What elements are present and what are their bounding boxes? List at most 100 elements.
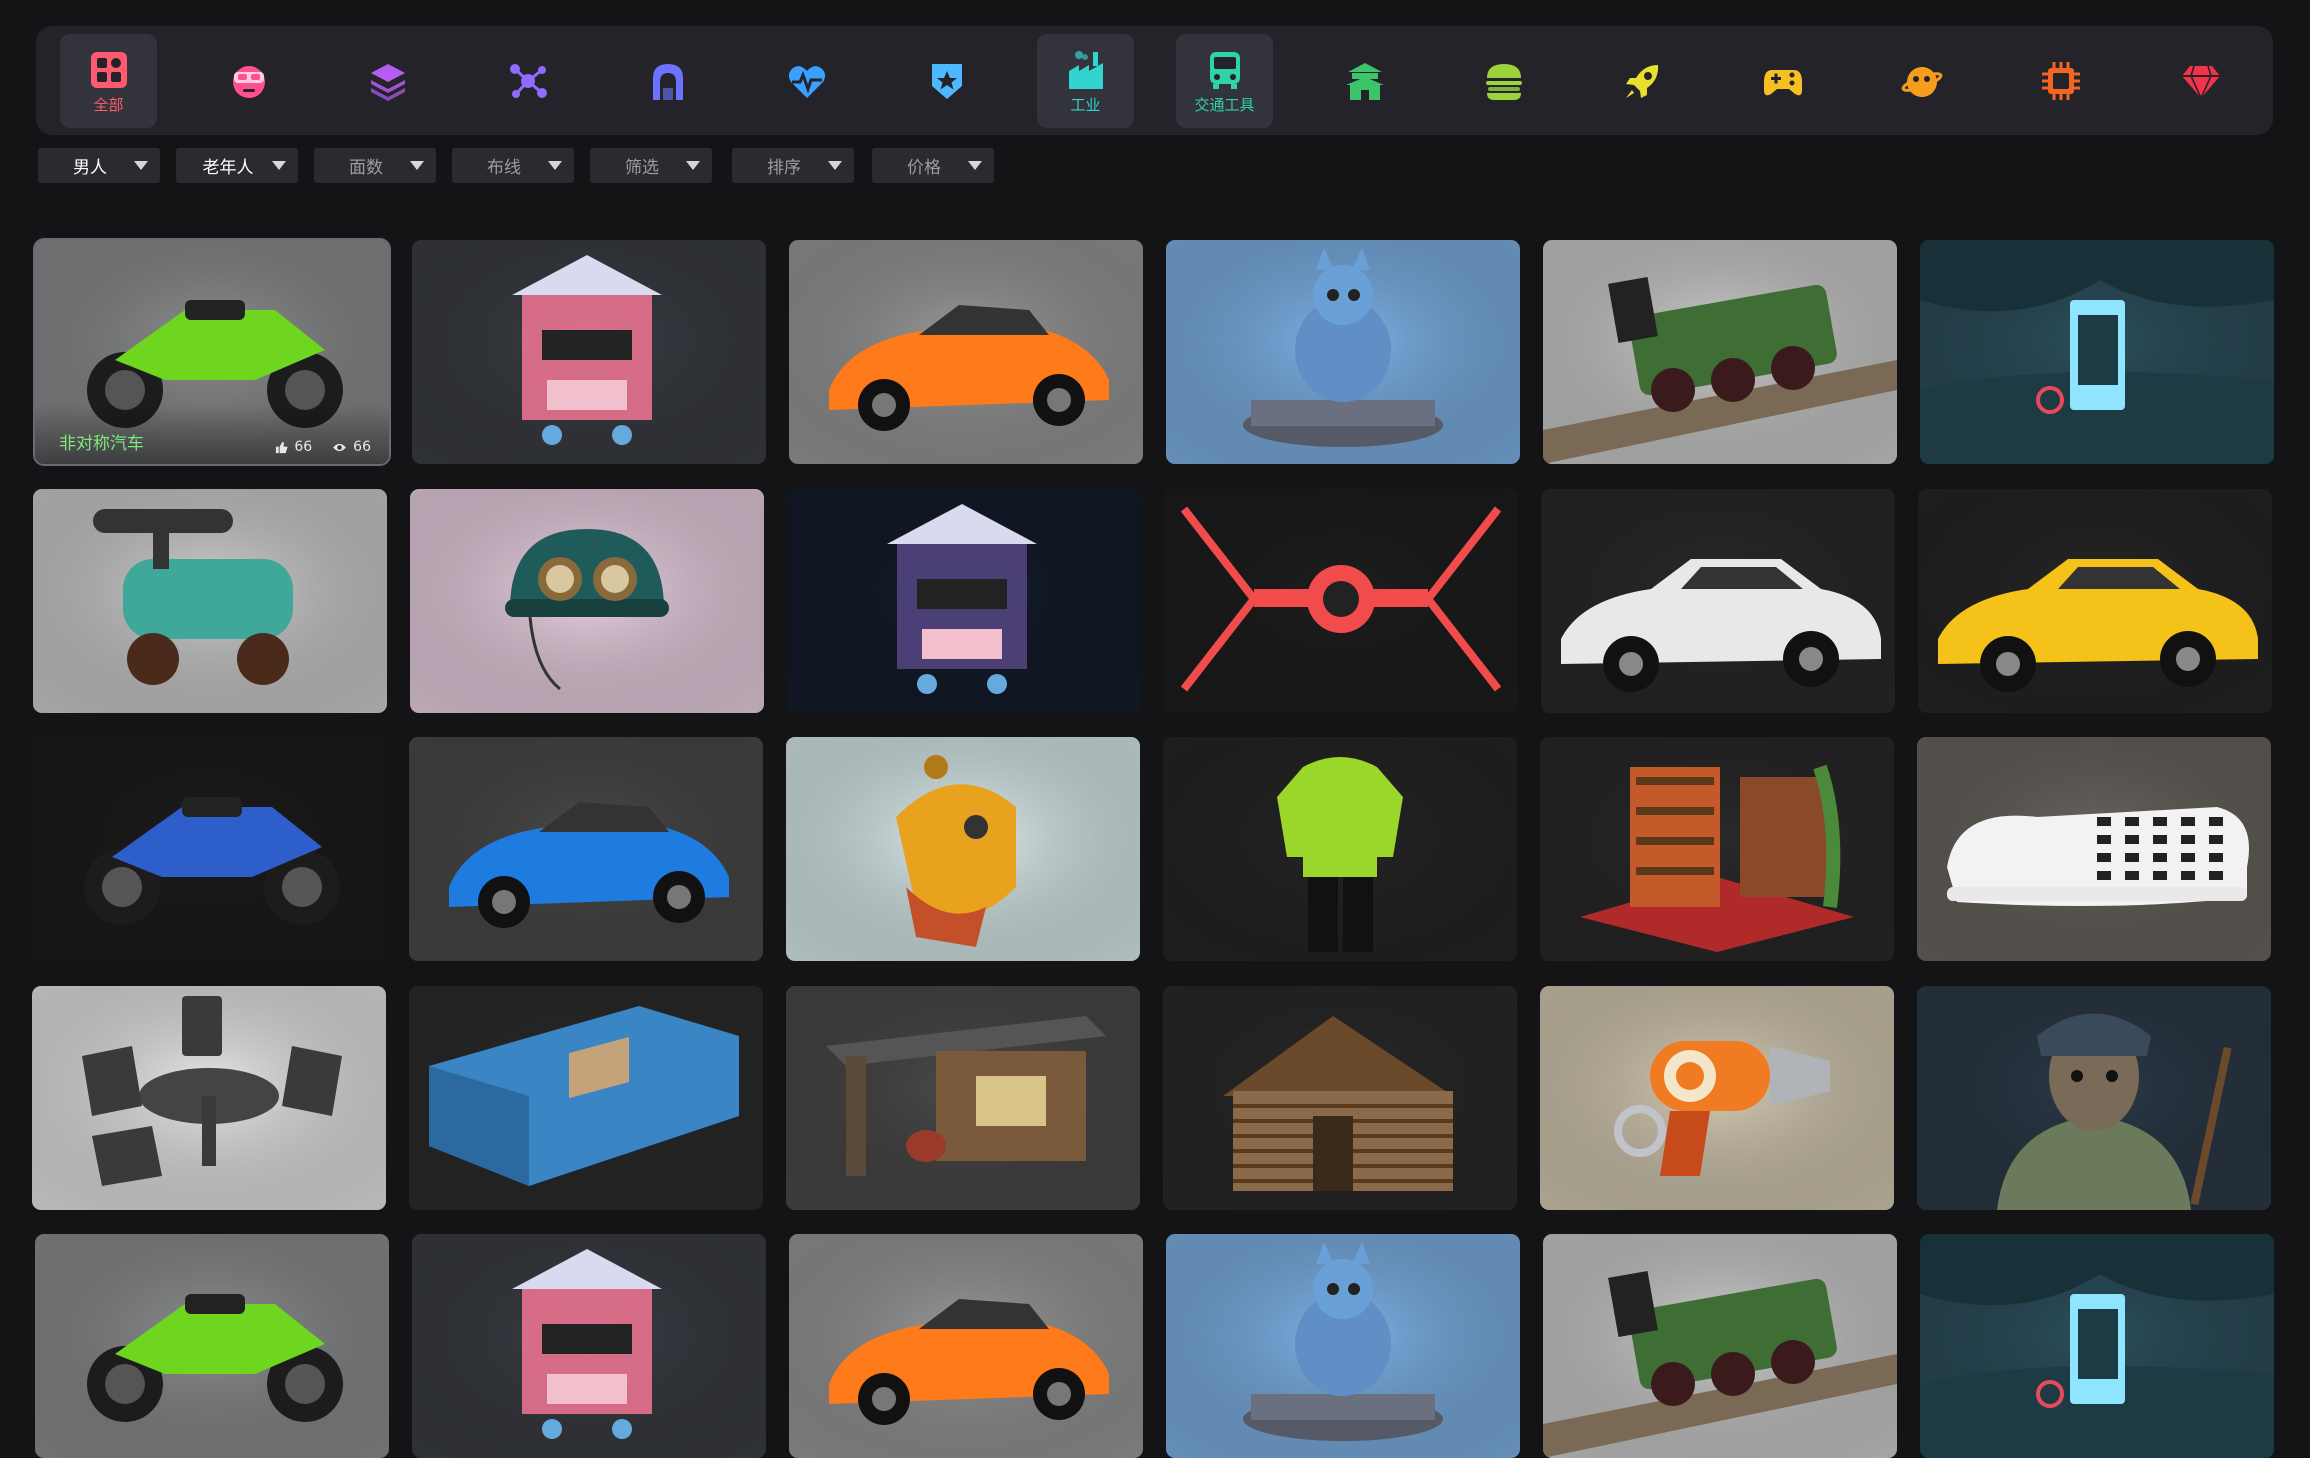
model-thumbnail-warrior-character-bust <box>1917 986 2271 1210</box>
model-thumbnail-flame-race-car <box>789 240 1143 464</box>
model-thumbnail-neon-shop-building-2 <box>412 1234 766 1458</box>
category-game[interactable] <box>1734 34 1831 128</box>
category-planet[interactable] <box>1873 34 1970 128</box>
model-card[interactable] <box>789 1234 1143 1458</box>
model-card[interactable] <box>32 986 386 1210</box>
model-card[interactable] <box>787 489 1141 713</box>
category-food[interactable] <box>1455 34 1552 128</box>
category-molecule[interactable] <box>479 34 576 128</box>
model-card[interactable]: 非对称汽车 66 66 <box>35 240 389 464</box>
category-medical[interactable] <box>758 34 855 128</box>
model-thumbnail-robot-cat-statue-2 <box>1166 1234 1520 1458</box>
model-card[interactable] <box>1164 489 1518 713</box>
category-label: 交通工具 <box>1194 95 1255 114</box>
model-thumbnail-steam-engine-cart <box>33 489 387 713</box>
molecule-icon <box>507 60 549 102</box>
filter-dropdown[interactable]: 价格 <box>872 148 994 183</box>
model-thumbnail-patio-table-set <box>32 986 386 1210</box>
eye-icon <box>333 443 347 451</box>
model-thumbnail-phone-booth-scene <box>1920 240 2274 464</box>
model-thumbnail-wooden-shack <box>786 986 1140 1210</box>
model-card[interactable] <box>1541 489 1895 713</box>
model-card[interactable] <box>1163 737 1517 961</box>
layers-icon <box>367 60 409 102</box>
model-card[interactable] <box>786 737 1140 961</box>
category-label: 全部 <box>93 95 124 114</box>
category-arch[interactable] <box>619 34 716 128</box>
filter-dropdown[interactable]: 男人 <box>38 148 160 183</box>
model-thumbnail-flame-race-car-2 <box>789 1234 1143 1458</box>
category-military[interactable] <box>898 34 995 128</box>
filter-dropdown[interactable]: 排序 <box>732 148 854 183</box>
model-card[interactable] <box>786 986 1140 1210</box>
model-card[interactable] <box>1540 737 1894 961</box>
model-card[interactable] <box>35 1234 389 1458</box>
category-chip[interactable] <box>2012 34 2109 128</box>
category-character[interactable] <box>200 34 297 128</box>
filter-dropdown[interactable]: 老年人 <box>176 148 298 183</box>
rocket-icon <box>1622 60 1664 102</box>
model-thumbnail-phone-booth-scene-2 <box>1920 1234 2274 1458</box>
category-transport[interactable]: 交通工具 <box>1176 34 1273 128</box>
chevron-down-icon <box>828 161 842 170</box>
model-thumbnail-ray-gun-toy <box>1540 986 1894 1210</box>
model-card[interactable] <box>1540 986 1894 1210</box>
model-card[interactable] <box>1917 986 2271 1210</box>
category-space[interactable] <box>1594 34 1691 128</box>
category-all[interactable]: 全部 <box>60 34 157 128</box>
model-card[interactable] <box>1163 986 1517 1210</box>
model-thumbnail-blue-cruiser-motorbike <box>32 737 386 961</box>
model-card[interactable] <box>1543 1234 1897 1458</box>
category-gem[interactable] <box>2152 34 2249 128</box>
model-thumbnail-library-room-scene <box>1540 737 1894 961</box>
model-thumbnail-robot-cat-statue <box>1166 240 1520 464</box>
model-card[interactable] <box>410 489 764 713</box>
model-card[interactable] <box>409 737 763 961</box>
filter-dropdown[interactable]: 面数 <box>314 148 436 183</box>
model-card[interactable] <box>1166 1234 1520 1458</box>
badge-star-icon <box>926 60 968 102</box>
model-thumbnail-green-jacket-outfit <box>1163 737 1517 961</box>
model-stats: 66 66 <box>275 439 371 455</box>
model-card[interactable] <box>1543 240 1897 464</box>
planet-icon <box>1901 60 1943 102</box>
model-card[interactable] <box>1920 240 2274 464</box>
category-industry[interactable]: 工业 <box>1037 34 1134 128</box>
model-thumbnail-sheriff-police-car <box>1541 489 1895 713</box>
chevron-down-icon <box>410 161 424 170</box>
model-thumbnail-aviator-helmet <box>410 489 764 713</box>
factory-icon <box>1065 49 1107 91</box>
model-thumbnail-steam-locomotive <box>1543 240 1897 464</box>
gem-icon <box>2180 60 2222 102</box>
model-thumbnail-yellow-taxi <box>1918 489 2272 713</box>
model-thumbnail-neon-shop-building <box>412 240 766 464</box>
model-thumbnail-steam-locomotive-2 <box>1543 1234 1897 1458</box>
model-card[interactable] <box>1166 240 1520 464</box>
filter-dropdown[interactable]: 筛选 <box>590 148 712 183</box>
model-title: 非对称汽车 <box>59 434 144 454</box>
model-card[interactable] <box>1920 1234 2274 1458</box>
heartbeat-icon <box>786 60 828 102</box>
chevron-down-icon <box>968 161 982 170</box>
burger-icon <box>1483 60 1525 102</box>
filter-dropdown[interactable]: 布线 <box>452 148 574 183</box>
arch-tunnel-icon <box>647 60 689 102</box>
model-card[interactable] <box>32 737 386 961</box>
likes-count: 66 <box>294 439 313 455</box>
vr-character-icon <box>228 60 270 102</box>
model-card[interactable] <box>409 986 763 1210</box>
chevron-down-icon <box>548 161 562 170</box>
model-thumbnail-noodle-tram <box>787 489 1141 713</box>
palace-icon <box>1344 60 1386 102</box>
model-thumbnail-red-tie-fighter <box>1164 489 1518 713</box>
category-layers[interactable] <box>339 34 436 128</box>
model-card[interactable] <box>1917 737 2271 961</box>
thumbs-up-icon <box>276 441 288 453</box>
model-card[interactable] <box>33 489 387 713</box>
model-card[interactable] <box>412 240 766 464</box>
model-card[interactable] <box>412 1234 766 1458</box>
bus-icon <box>1204 49 1246 91</box>
model-card[interactable] <box>789 240 1143 464</box>
model-card[interactable] <box>1918 489 2272 713</box>
category-building[interactable] <box>1316 34 1413 128</box>
